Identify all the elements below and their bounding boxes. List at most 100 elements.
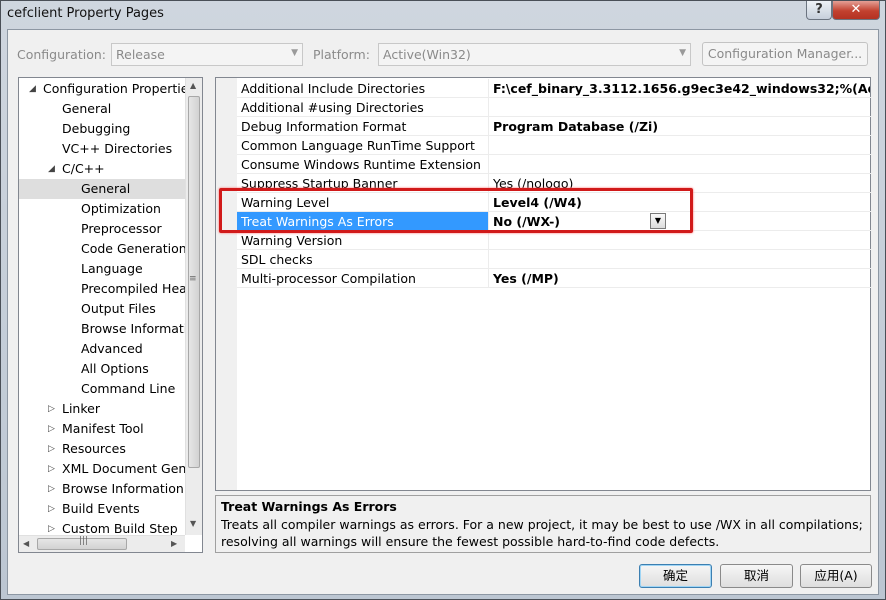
tree-item[interactable]: Precompiled Head <box>19 279 185 299</box>
tree-vertical-scrollbar[interactable]: ▲ ≡ ▼ <box>185 78 202 535</box>
collapsed-triangle-icon[interactable]: ▷ <box>48 499 55 519</box>
tree-item[interactable]: General <box>19 179 185 199</box>
property-name: Multi-processor Compilation <box>237 269 489 288</box>
tree-item[interactable]: General <box>19 99 185 119</box>
description-line-1: Treats all compiler warnings as errors. … <box>221 517 863 532</box>
property-value[interactable]: F:\cef_binary_3.3112.1656.g9ec3e42_windo… <box>490 79 870 98</box>
tree-item-label: VC++ Directories <box>62 141 173 156</box>
dialog-client-area: Configuration: Release ▼ Platform: Activ… <box>7 29 879 595</box>
tree-item-label: Linker <box>62 401 100 416</box>
tree-item[interactable]: ▷ Build Events <box>19 499 185 519</box>
apply-button[interactable]: 应用(A) <box>800 564 872 588</box>
tree-item-label: Configuration Properties <box>43 81 185 96</box>
collapsed-triangle-icon[interactable]: ▷ <box>48 419 55 439</box>
configuration-manager-button[interactable]: Configuration Manager... <box>702 42 868 66</box>
tree-item-label: Debugging <box>62 121 131 136</box>
collapsed-triangle-icon[interactable]: ▷ <box>48 399 55 419</box>
property-row[interactable]: Common Language RunTime Support <box>237 136 871 155</box>
ok-button[interactable]: 确定 <box>639 564 712 588</box>
property-value[interactable] <box>490 250 870 269</box>
tree-item[interactable]: ▷ Browse Information <box>19 479 185 499</box>
tree-item[interactable]: ◢ C/C++ <box>19 159 185 179</box>
property-row[interactable]: Additional Include Directories F:\cef_bin… <box>237 79 871 98</box>
scroll-down-icon[interactable]: ▼ <box>190 519 196 528</box>
property-value[interactable] <box>490 155 870 174</box>
tree-item-label: General <box>62 101 112 116</box>
configuration-combo[interactable]: Release ▼ <box>111 43 303 66</box>
tree-item-label: Resources <box>62 441 126 456</box>
tree-item-label: Language <box>81 261 143 276</box>
tree-item[interactable]: Preprocessor <box>19 219 185 239</box>
collapsed-triangle-icon[interactable]: ▷ <box>48 479 55 499</box>
property-value[interactable] <box>490 136 870 155</box>
property-row[interactable]: Debug Information Format Program Database… <box>237 117 871 136</box>
tree-item[interactable]: VC++ Directories <box>19 139 185 159</box>
tree-item[interactable]: Optimization <box>19 199 185 219</box>
cancel-button[interactable]: 取消 <box>720 564 793 588</box>
tree-item-label: Output Files <box>81 301 156 316</box>
tree-item[interactable]: All Options <box>19 359 185 379</box>
tree-item-label: Manifest Tool <box>62 421 144 436</box>
tree-item[interactable]: Debugging <box>19 119 185 139</box>
property-value[interactable]: Program Database (/Zi) <box>490 117 870 136</box>
tree-item[interactable]: Code Generation <box>19 239 185 259</box>
tree-item-label: Precompiled Head <box>81 281 185 296</box>
platform-label: Platform: <box>313 47 370 62</box>
property-name: Warning Version <box>237 231 489 250</box>
tree-item[interactable]: ▷ Resources <box>19 439 185 459</box>
annotation-highlight-box <box>219 188 693 233</box>
tree-item[interactable]: ◢ Configuration Properties <box>19 79 185 99</box>
property-tree[interactable]: ◢ Configuration Properties General Debuggin… <box>18 77 203 553</box>
tree-horizontal-scrollbar[interactable]: ◀ ||| ▶ <box>19 535 185 552</box>
close-button[interactable]: ✕ <box>832 1 880 20</box>
property-name: Common Language RunTime Support <box>237 136 489 155</box>
configuration-value: Release <box>116 47 165 62</box>
tree-item-label: C/C++ <box>62 161 105 176</box>
collapsed-triangle-icon[interactable]: ▷ <box>48 439 55 459</box>
property-name: Consume Windows Runtime Extension <box>237 155 489 174</box>
scroll-grip-icon: ≡ <box>189 274 197 284</box>
chevron-down-icon: ▼ <box>679 48 686 58</box>
property-value[interactable]: Yes (/MP) <box>490 269 870 288</box>
expanded-triangle-icon[interactable]: ◢ <box>29 79 36 99</box>
property-row[interactable]: Consume Windows Runtime Extension <box>237 155 871 174</box>
property-name: Additional Include Directories <box>237 79 489 98</box>
property-row[interactable]: SDL checks <box>237 250 871 269</box>
expanded-triangle-icon[interactable]: ◢ <box>48 159 55 179</box>
configuration-label: Configuration: <box>17 47 106 62</box>
property-grid[interactable]: Additional Include Directories F:\cef_bin… <box>215 77 871 491</box>
tree-item[interactable]: Output Files <box>19 299 185 319</box>
tree-item-label: Command Line <box>81 381 176 396</box>
scroll-left-icon[interactable]: ◀ <box>23 539 29 548</box>
platform-combo[interactable]: Active(Win32) ▼ <box>378 43 691 66</box>
tree-item-label: Preprocessor <box>81 221 162 236</box>
description-title: Treat Warnings As Errors <box>221 499 397 514</box>
tree-item[interactable]: Command Line <box>19 379 185 399</box>
tree-item-label: Advanced <box>81 341 143 356</box>
tree-item[interactable]: Language <box>19 259 185 279</box>
collapsed-triangle-icon[interactable]: ▷ <box>48 459 55 479</box>
tree-item[interactable]: ▷ Linker <box>19 399 185 419</box>
property-value[interactable] <box>490 231 870 250</box>
help-button[interactable]: ? <box>806 1 832 20</box>
tree-item-label: Code Generation <box>81 241 185 256</box>
chevron-down-icon: ▼ <box>291 48 298 58</box>
platform-value: Active(Win32) <box>383 47 471 62</box>
tree-item-label: Build Events <box>62 501 140 516</box>
window-title: cefclient Property Pages <box>7 6 164 21</box>
property-row[interactable]: Additional #using Directories <box>237 98 871 117</box>
tree-item[interactable]: ▷ XML Document Gene <box>19 459 185 479</box>
tree-item-label: All Options <box>81 361 149 376</box>
property-name: Additional #using Directories <box>237 98 489 117</box>
tree-item[interactable]: Browse Informatio <box>19 319 185 339</box>
property-row[interactable]: Multi-processor Compilation Yes (/MP) <box>237 269 871 288</box>
property-name: SDL checks <box>237 250 489 269</box>
scroll-right-icon[interactable]: ▶ <box>171 539 177 548</box>
tree-item[interactable]: Advanced <box>19 339 185 359</box>
title-bar[interactable]: cefclient Property Pages ? ✕ <box>1 1 885 29</box>
property-value[interactable] <box>490 98 870 117</box>
property-row[interactable]: Warning Version <box>237 231 871 250</box>
scroll-up-icon[interactable]: ▲ <box>190 81 196 90</box>
scroll-grip-icon: ||| <box>79 536 89 546</box>
tree-item[interactable]: ▷ Manifest Tool <box>19 419 185 439</box>
